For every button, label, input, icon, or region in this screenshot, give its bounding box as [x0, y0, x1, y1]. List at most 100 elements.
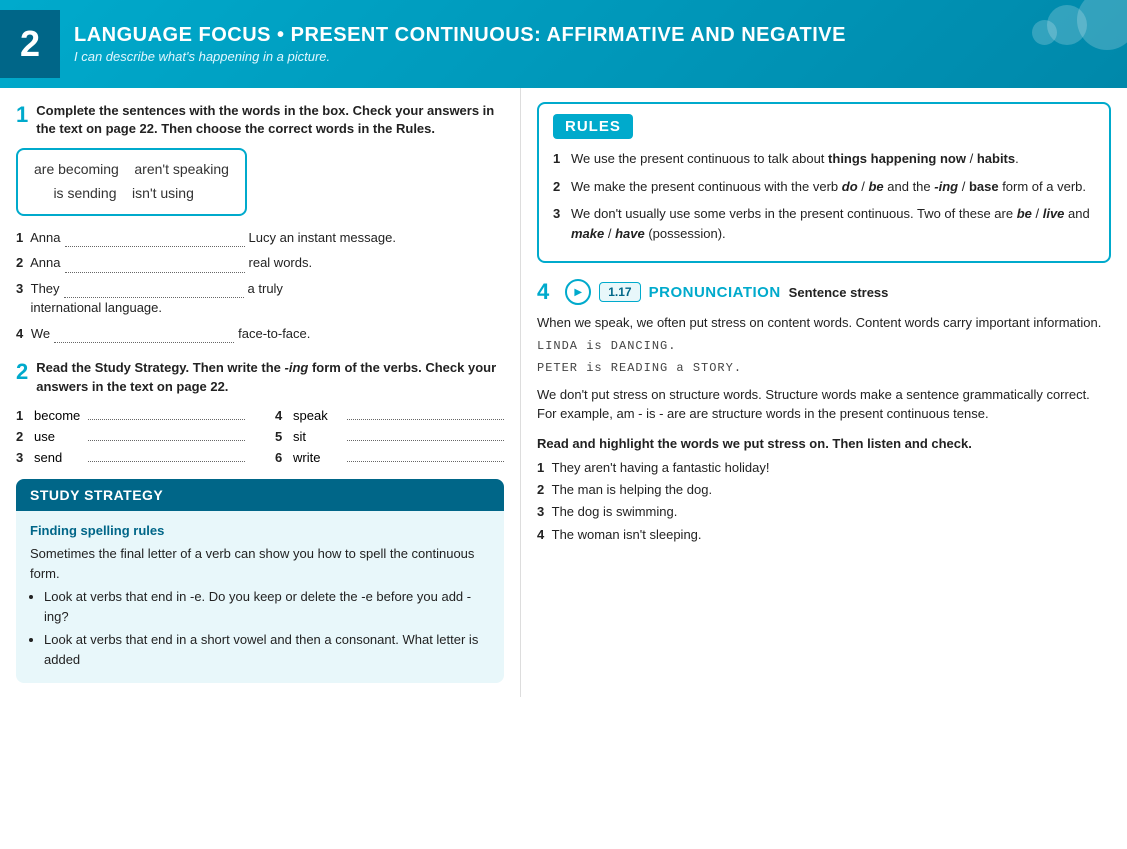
ex1-num: 1	[16, 230, 23, 245]
verb5-word: sit	[293, 429, 343, 444]
ex4-end: face-to-face.	[238, 326, 310, 341]
section-number-badge: 2	[0, 10, 60, 78]
example-3: 3 The dog is swimming.	[537, 503, 1111, 521]
ex1-end: Lucy an instant message.	[249, 230, 396, 245]
verb3-word: send	[34, 450, 84, 465]
finding-title: Finding spelling rules	[30, 521, 490, 541]
section2-instruction: Read the Study Strategy. Then write the …	[36, 359, 504, 395]
ex3-blank	[64, 297, 244, 298]
deco-circle-3	[1032, 20, 1057, 45]
word-box: are becoming aren't speaking is sending …	[16, 148, 247, 216]
ex2-num: 2	[16, 255, 23, 270]
section2: 2 Read the Study Strategy. Then write th…	[16, 359, 504, 464]
ex3-num: 3	[16, 281, 23, 296]
ex4-blank	[54, 342, 234, 343]
section4-number: 4	[537, 279, 549, 305]
rules-title: RULES	[553, 114, 633, 139]
bullet-1: Look at verbs that end in -e. Do you kee…	[44, 587, 490, 626]
audio-id-badge[interactable]: 1.17	[599, 282, 640, 302]
verb4-num: 4	[275, 408, 289, 423]
verb6-word: write	[293, 450, 343, 465]
ex-2-text: The man is helping the dog.	[552, 482, 712, 497]
rule-2: 2 We make the present continuous with th…	[553, 177, 1095, 197]
example-1: 1 They aren't having a fantastic holiday…	[537, 459, 1111, 477]
verb1-num: 1	[16, 408, 30, 423]
exercise-item-3: 3 Theya truly international language.	[16, 279, 504, 318]
rule3-num: 3	[553, 204, 565, 243]
right-column: RULES 1 We use the present continuous to…	[520, 88, 1127, 697]
exercise-list-1: 1 Anna Lucy an instant message. 2 Annarea…	[16, 228, 504, 344]
ex-3-num: 3	[537, 504, 544, 519]
verb-item-5: 5 sit	[275, 427, 504, 444]
section4: 4 ▶ 1.17 PRONUNCIATION Sentence stress W…	[537, 279, 1111, 544]
example-4: 4 The woman isn't sleeping.	[537, 526, 1111, 544]
page-header: 2 LANGUAGE FOCUS • Present continuous: a…	[0, 0, 1127, 88]
verb4-word: speak	[293, 408, 343, 423]
ex-4-num: 4	[537, 527, 544, 542]
ex-1-text: They aren't having a fantastic holiday!	[552, 460, 770, 475]
verb2-num: 2	[16, 429, 30, 444]
verb2-word: use	[34, 429, 84, 444]
verb3-num: 3	[16, 450, 30, 465]
section4-header: 4 ▶ 1.17 PRONUNCIATION Sentence stress	[537, 279, 1111, 305]
exercise-item-1: 1 Anna Lucy an instant message.	[16, 228, 504, 248]
rule-3: 3 We don't usually use some verbs in the…	[553, 204, 1095, 243]
left-column: 1 Complete the sentences with the words …	[0, 88, 520, 697]
pronunciation-subtitle: Sentence stress	[789, 285, 889, 300]
ex1-start: Anna	[30, 230, 60, 245]
ex-1-num: 1	[537, 460, 544, 475]
verb1-word: become	[34, 408, 84, 423]
verb2-blank	[88, 427, 245, 441]
read-instruction: Read and highlight the words we put stre…	[537, 434, 1111, 454]
pronunciation-body: When we speak, we often put stress on co…	[537, 313, 1111, 544]
study-strategy-section: STUDY STRATEGY Finding spelling rules So…	[16, 479, 504, 684]
exercise-item-4: 4 Weface-to-face.	[16, 324, 504, 344]
rule2-num: 2	[553, 177, 565, 197]
ex-4-text: The woman isn't sleeping.	[552, 527, 702, 542]
rule1-text: We use the present continuous to talk ab…	[571, 149, 1019, 169]
verb-item-3: 3 send	[16, 448, 245, 465]
mono-example-2: PETER is READING a STORY.	[537, 359, 1111, 377]
verb1-blank	[88, 406, 245, 420]
header-title: LANGUAGE FOCUS • Present continuous: aff…	[74, 24, 1111, 47]
section1-instruction: Complete the sentences with the words in…	[36, 102, 504, 138]
rule2-text: We make the present continuous with the …	[571, 177, 1086, 197]
word-box-content: are becoming aren't speaking is sending …	[34, 161, 229, 201]
ex3-start: They	[31, 281, 60, 296]
rules-box: RULES 1 We use the present continuous to…	[537, 102, 1111, 263]
pronunciation-title: PRONUNCIATION	[649, 284, 781, 301]
verb5-num: 5	[275, 429, 289, 444]
pronunciation-body1: When we speak, we often put stress on co…	[537, 313, 1111, 333]
decorative-circles	[1007, 0, 1127, 68]
ex4-start: We	[31, 326, 50, 341]
audio-icon[interactable]: ▶	[565, 279, 591, 305]
ex-2-num: 2	[537, 482, 544, 497]
header-text-block: LANGUAGE FOCUS • Present continuous: aff…	[74, 24, 1111, 64]
section2-header: 2 Read the Study Strategy. Then write th…	[16, 359, 504, 395]
study-strategy-title: STUDY STRATEGY	[30, 487, 163, 503]
section1-number: 1	[16, 102, 28, 128]
bullet-2: Look at verbs that end in a short vowel …	[44, 630, 490, 669]
mono-example-1: LINDA is DANCING.	[537, 337, 1111, 355]
main-content: 1 Complete the sentences with the words …	[0, 88, 1127, 697]
verb-grid: 1 become 4 speak 2 use 5 sit	[16, 406, 504, 465]
verb6-num: 6	[275, 450, 289, 465]
section2-number: 2	[16, 359, 28, 385]
study-strategy-bullets: Look at verbs that end in -e. Do you kee…	[44, 587, 490, 669]
exercise-item-2: 2 Annareal words.	[16, 253, 504, 273]
rule-1: 1 We use the present continuous to talk …	[553, 149, 1095, 169]
verb3-blank	[88, 448, 245, 462]
ex-3-text: The dog is swimming.	[552, 504, 678, 519]
example-sentences: 1 They aren't having a fantastic holiday…	[537, 459, 1111, 544]
study-strategy-body: Finding spelling rules Sometimes the fin…	[16, 511, 504, 684]
verb6-blank	[347, 448, 504, 462]
study-strategy-header: STUDY STRATEGY	[16, 479, 504, 511]
rule1-num: 1	[553, 149, 565, 169]
verb-item-4: 4 speak	[275, 406, 504, 423]
rules-list: 1 We use the present continuous to talk …	[553, 149, 1095, 243]
ex1-blank	[65, 246, 245, 247]
verb4-blank	[347, 406, 504, 420]
ex2-start: Anna	[30, 255, 60, 270]
ex2-blank	[65, 272, 245, 273]
pronunciation-body2: We don't put stress on structure words. …	[537, 385, 1111, 424]
